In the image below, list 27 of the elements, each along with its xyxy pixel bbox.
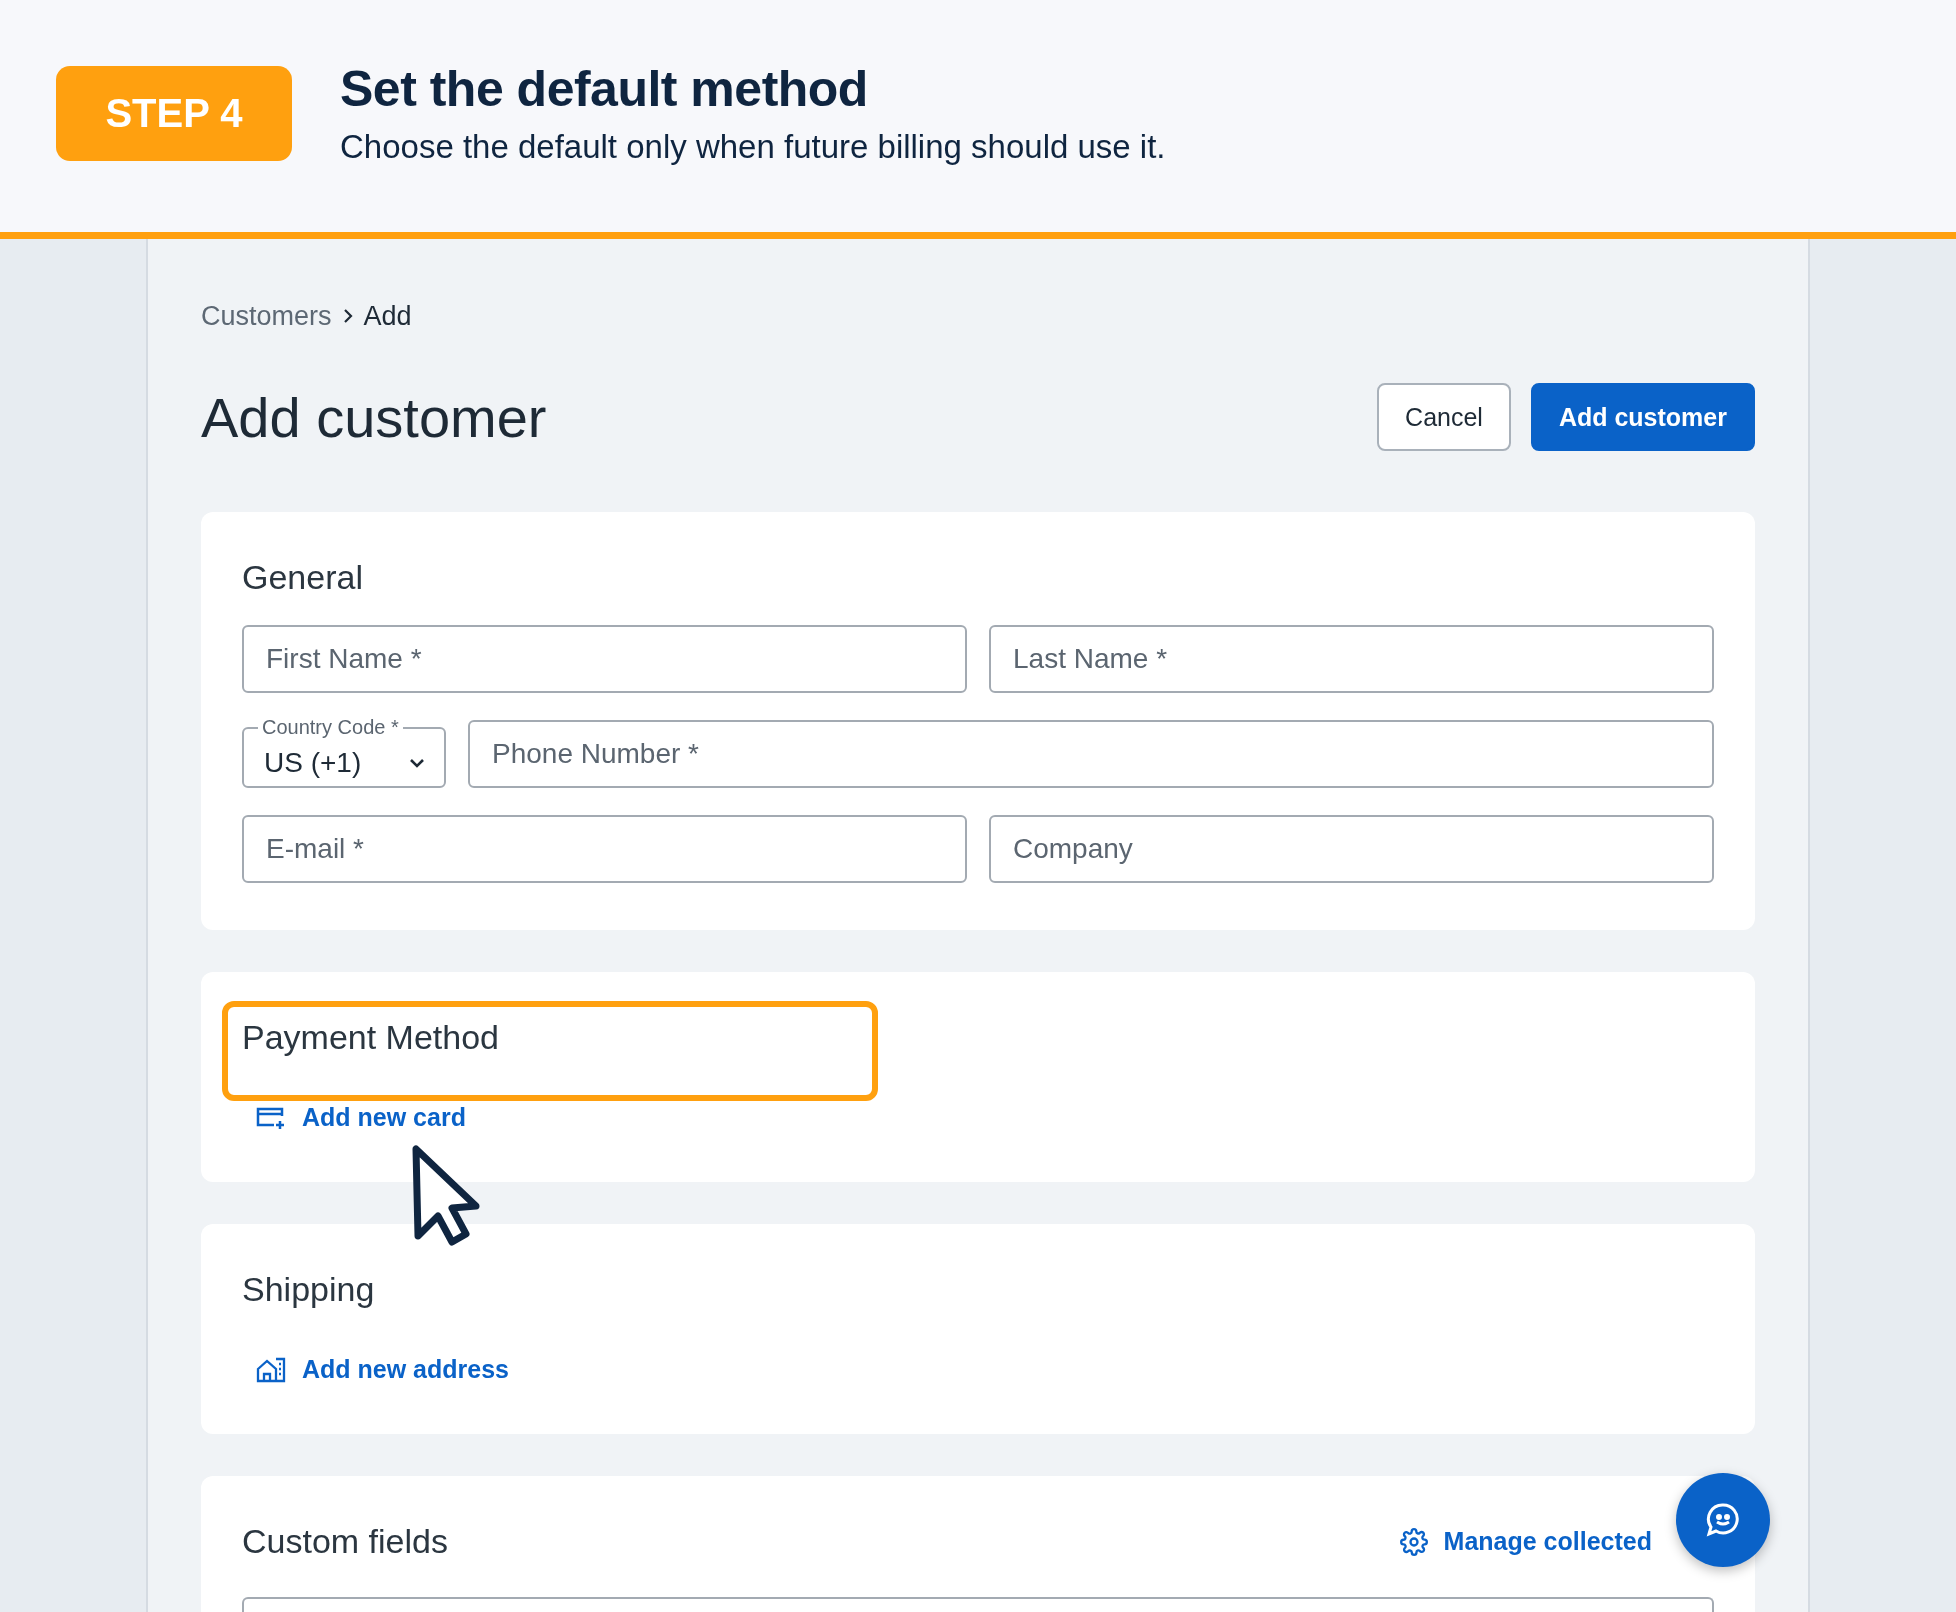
settings-icon	[1399, 1527, 1428, 1556]
section-title: Payment Method	[242, 1017, 500, 1058]
step-badge: STEP 4	[56, 65, 292, 161]
step-description: Choose the default only when future billing should use it.	[340, 128, 1166, 166]
manage-link[interactable]: Manage collected	[1399, 1527, 1652, 1556]
card-plus-icon	[256, 1105, 286, 1130]
text-field[interactable]: Phone Number *	[468, 720, 1714, 788]
chevron-down-icon	[408, 756, 426, 769]
text-field[interactable]: First Name *	[242, 625, 967, 693]
page-title: Add customer	[201, 384, 547, 450]
text-field[interactable]: Last Name *	[989, 625, 1714, 693]
cancel-button[interactable]: Cancel	[1377, 383, 1511, 451]
section-title: Shipping	[242, 1269, 375, 1310]
add-link[interactable]: Add new card	[256, 1103, 466, 1132]
add-customer-button[interactable]: Add customer	[1530, 383, 1755, 451]
text-field[interactable]: E-mail *	[242, 815, 967, 883]
text-field[interactable]: Company	[989, 815, 1714, 883]
add-link[interactable]: Add new address	[256, 1355, 509, 1384]
breadcrumb-current: Add	[363, 300, 412, 332]
breadcrumb-link[interactable]: Customers	[201, 300, 332, 332]
step-title: Set the default method	[340, 60, 869, 118]
building-icon	[256, 1356, 286, 1383]
chat-button[interactable]	[1676, 1473, 1770, 1567]
section-title: Custom fields	[242, 1521, 448, 1562]
section-title: General	[242, 557, 363, 598]
chevron-right-icon	[341, 308, 354, 324]
country-code-select[interactable]: Country Code * US (+1)	[242, 716, 446, 788]
